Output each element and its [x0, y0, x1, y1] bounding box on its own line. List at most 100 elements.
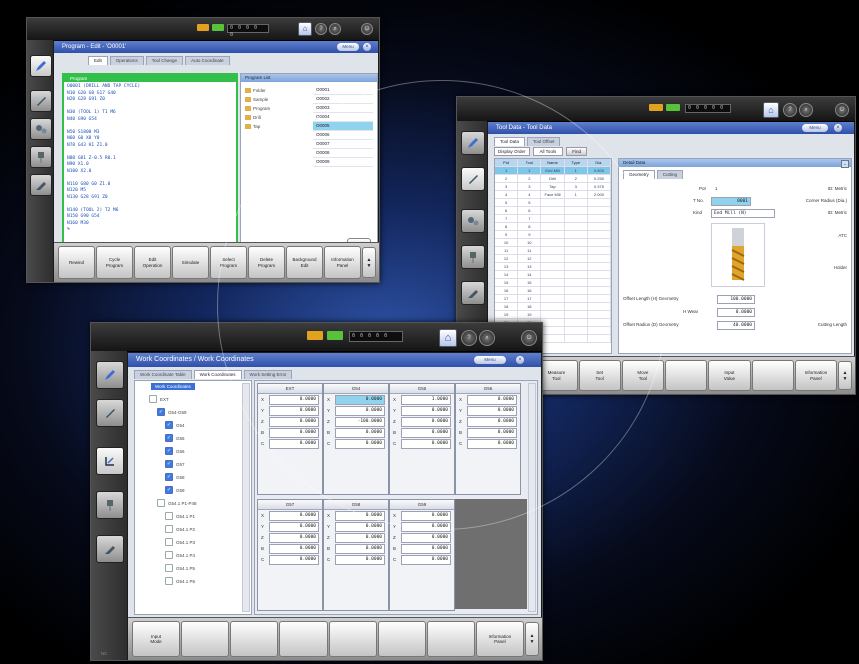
function-key[interactable]: Move Tool	[621, 360, 664, 391]
axis-value-field[interactable]: 0.0000	[467, 427, 517, 438]
tree-scrollbar[interactable]	[242, 383, 250, 612]
folder-item[interactable]: Tap	[245, 122, 309, 131]
function-key[interactable]	[181, 621, 230, 657]
function-key[interactable]	[230, 621, 279, 657]
offset-radius-field[interactable]: 40.0000	[717, 321, 755, 330]
sidebar-tool-button[interactable]	[96, 399, 124, 427]
folder-item[interactable]: Program	[245, 104, 309, 113]
sidebar-spindle-button[interactable]	[30, 146, 52, 168]
table-row[interactable]: 15 15	[495, 279, 611, 287]
axis-value-field[interactable]: 0.0000	[335, 554, 385, 565]
tree-checkbox[interactable]	[165, 525, 173, 533]
tree-checkbox[interactable]	[149, 395, 157, 403]
tab-geometry[interactable]: Geometry	[623, 170, 655, 179]
table-row[interactable]: 99	[495, 231, 611, 239]
coordinate-tree[interactable]: Work Coordinates EXT ✓ G54-G59 ✓ G54 ✓ G55 ✓ G56…	[134, 380, 252, 615]
tab-work-coordinate-table[interactable]: Work Coordinate Table	[134, 370, 192, 379]
sidebar-setup-button[interactable]	[30, 118, 52, 140]
sidebar-setup-button[interactable]	[461, 209, 485, 233]
function-key[interactable]: Rewind	[58, 246, 95, 279]
function-key[interactable]: Simulate	[172, 246, 209, 279]
axis-value-field[interactable]: 0.0000	[269, 521, 319, 532]
table-row[interactable]: 17 17	[495, 295, 611, 303]
page-arrows[interactable]: ▲ ▼	[838, 361, 852, 390]
tree-item[interactable]: ✓ G58	[165, 473, 185, 481]
sidebar-setup-button[interactable]	[96, 447, 124, 475]
offset-length-field[interactable]: 100.0000	[717, 295, 755, 304]
power-icon[interactable]: ⏻	[521, 330, 537, 346]
axis-value-field[interactable]: 0.0000	[467, 438, 517, 449]
page-down-icon[interactable]: ▼	[839, 376, 851, 382]
table-row[interactable]: 1 1 End Mill 1 0.500	[495, 167, 611, 175]
menu-button[interactable]: Menu	[337, 43, 359, 51]
tree-item[interactable]: G54.1 P2	[165, 525, 195, 533]
search-icon[interactable]: ⌕	[799, 103, 813, 117]
power-icon[interactable]: ⏻	[361, 23, 373, 35]
tree-checkbox[interactable]: ✓	[165, 434, 173, 442]
table-row[interactable]: 55	[495, 199, 611, 207]
tree-checkbox[interactable]: ✓	[165, 473, 173, 481]
axis-value-field[interactable]: 0.0000	[269, 438, 319, 449]
function-key[interactable]: Delete Program	[248, 246, 285, 279]
axis-value-field[interactable]: 0.0000	[335, 510, 385, 521]
program-list-item[interactable]: O0004	[313, 113, 373, 122]
function-key[interactable]: Background Edit	[286, 246, 323, 279]
axis-value-field[interactable]: 0.0000	[269, 416, 319, 427]
table-row[interactable]: 88	[495, 223, 611, 231]
display-order-select[interactable]: All Tools	[532, 147, 564, 156]
axis-value-field[interactable]: 0.0000	[401, 521, 451, 532]
tab-cutting[interactable]: Cutting	[656, 170, 684, 179]
sidebar-program-button[interactable]	[461, 131, 485, 155]
function-key[interactable]	[665, 360, 708, 391]
axis-value-field[interactable]: 0.0000	[335, 532, 385, 543]
folder-item[interactable]: Drill	[245, 113, 309, 122]
table-row[interactable]: 11 11	[495, 247, 611, 255]
program-list-item[interactable]: O0008	[313, 149, 373, 158]
page-arrows[interactable]: ▲ ▼	[525, 622, 539, 656]
axis-value-field[interactable]: 0.0000	[401, 438, 451, 449]
tree-checkbox[interactable]	[165, 551, 173, 559]
tree-item[interactable]: G54.1 P6	[165, 577, 195, 585]
axis-value-field[interactable]: 0.0000	[401, 532, 451, 543]
help-icon[interactable]: ?	[315, 23, 327, 35]
tree-checkbox[interactable]	[157, 499, 165, 507]
page-down-icon[interactable]: ▼	[363, 263, 375, 269]
axis-value-field[interactable]: 0.0000	[467, 405, 517, 416]
tree-item[interactable]: ✓ G54	[165, 421, 185, 429]
search-icon[interactable]: ⌕	[479, 330, 495, 346]
function-key[interactable]: Set Tool	[578, 360, 621, 391]
axis-value-field[interactable]: 0.0000	[401, 554, 451, 565]
sidebar-maint-button[interactable]	[96, 535, 124, 563]
axis-value-field[interactable]: 0.0000	[269, 427, 319, 438]
tab-tool-change[interactable]: Tool Change	[145, 56, 184, 65]
function-key[interactable]: Edit Operation	[134, 246, 171, 279]
code-editor[interactable]: Program O0001 (DRILL AND TAP CYCLE) N10 G…	[62, 73, 238, 259]
axis-value-field[interactable]: 0.0000	[335, 405, 385, 416]
tree-checkbox[interactable]: ✓	[165, 447, 173, 455]
page-down-icon[interactable]: ▼	[526, 639, 538, 645]
function-key[interactable]: Cycle Program	[96, 246, 133, 279]
tree-checkbox[interactable]: ✓	[165, 486, 173, 494]
tree-root[interactable]: Work Coordinates	[151, 383, 195, 390]
find-button[interactable]: Find	[566, 147, 587, 156]
table-row[interactable]: 4 4 Face Mill 1 2.000	[495, 191, 611, 199]
sidebar-maint-button[interactable]	[461, 281, 485, 305]
kind-field[interactable]: End Mill (N)	[711, 209, 775, 218]
program-list-item[interactable]: O0005	[313, 122, 373, 131]
axis-value-field[interactable]: 1.0000	[401, 394, 451, 405]
menu-button[interactable]: Menu	[474, 356, 506, 364]
folder-item[interactable]: Sample	[245, 95, 309, 104]
axis-value-field[interactable]: 0.0000	[269, 532, 319, 543]
axis-value-field[interactable]: 0.0000	[401, 510, 451, 521]
tree-checkbox[interactable]	[165, 538, 173, 546]
function-key[interactable]	[328, 621, 377, 657]
axis-value-field[interactable]: 0.0000	[467, 394, 517, 405]
axis-value-field[interactable]: 0.0000	[401, 543, 451, 554]
program-list-item[interactable]: O0002	[313, 95, 373, 104]
help-icon[interactable]: ?	[461, 330, 477, 346]
axis-value-field[interactable]: 0.0000	[335, 427, 385, 438]
program-list-item[interactable]: O0009	[313, 158, 373, 167]
tno-field[interactable]: 0001	[711, 197, 751, 206]
tree-item[interactable]: ✓ G56	[165, 447, 185, 455]
table-row[interactable]: 18 18	[495, 303, 611, 311]
